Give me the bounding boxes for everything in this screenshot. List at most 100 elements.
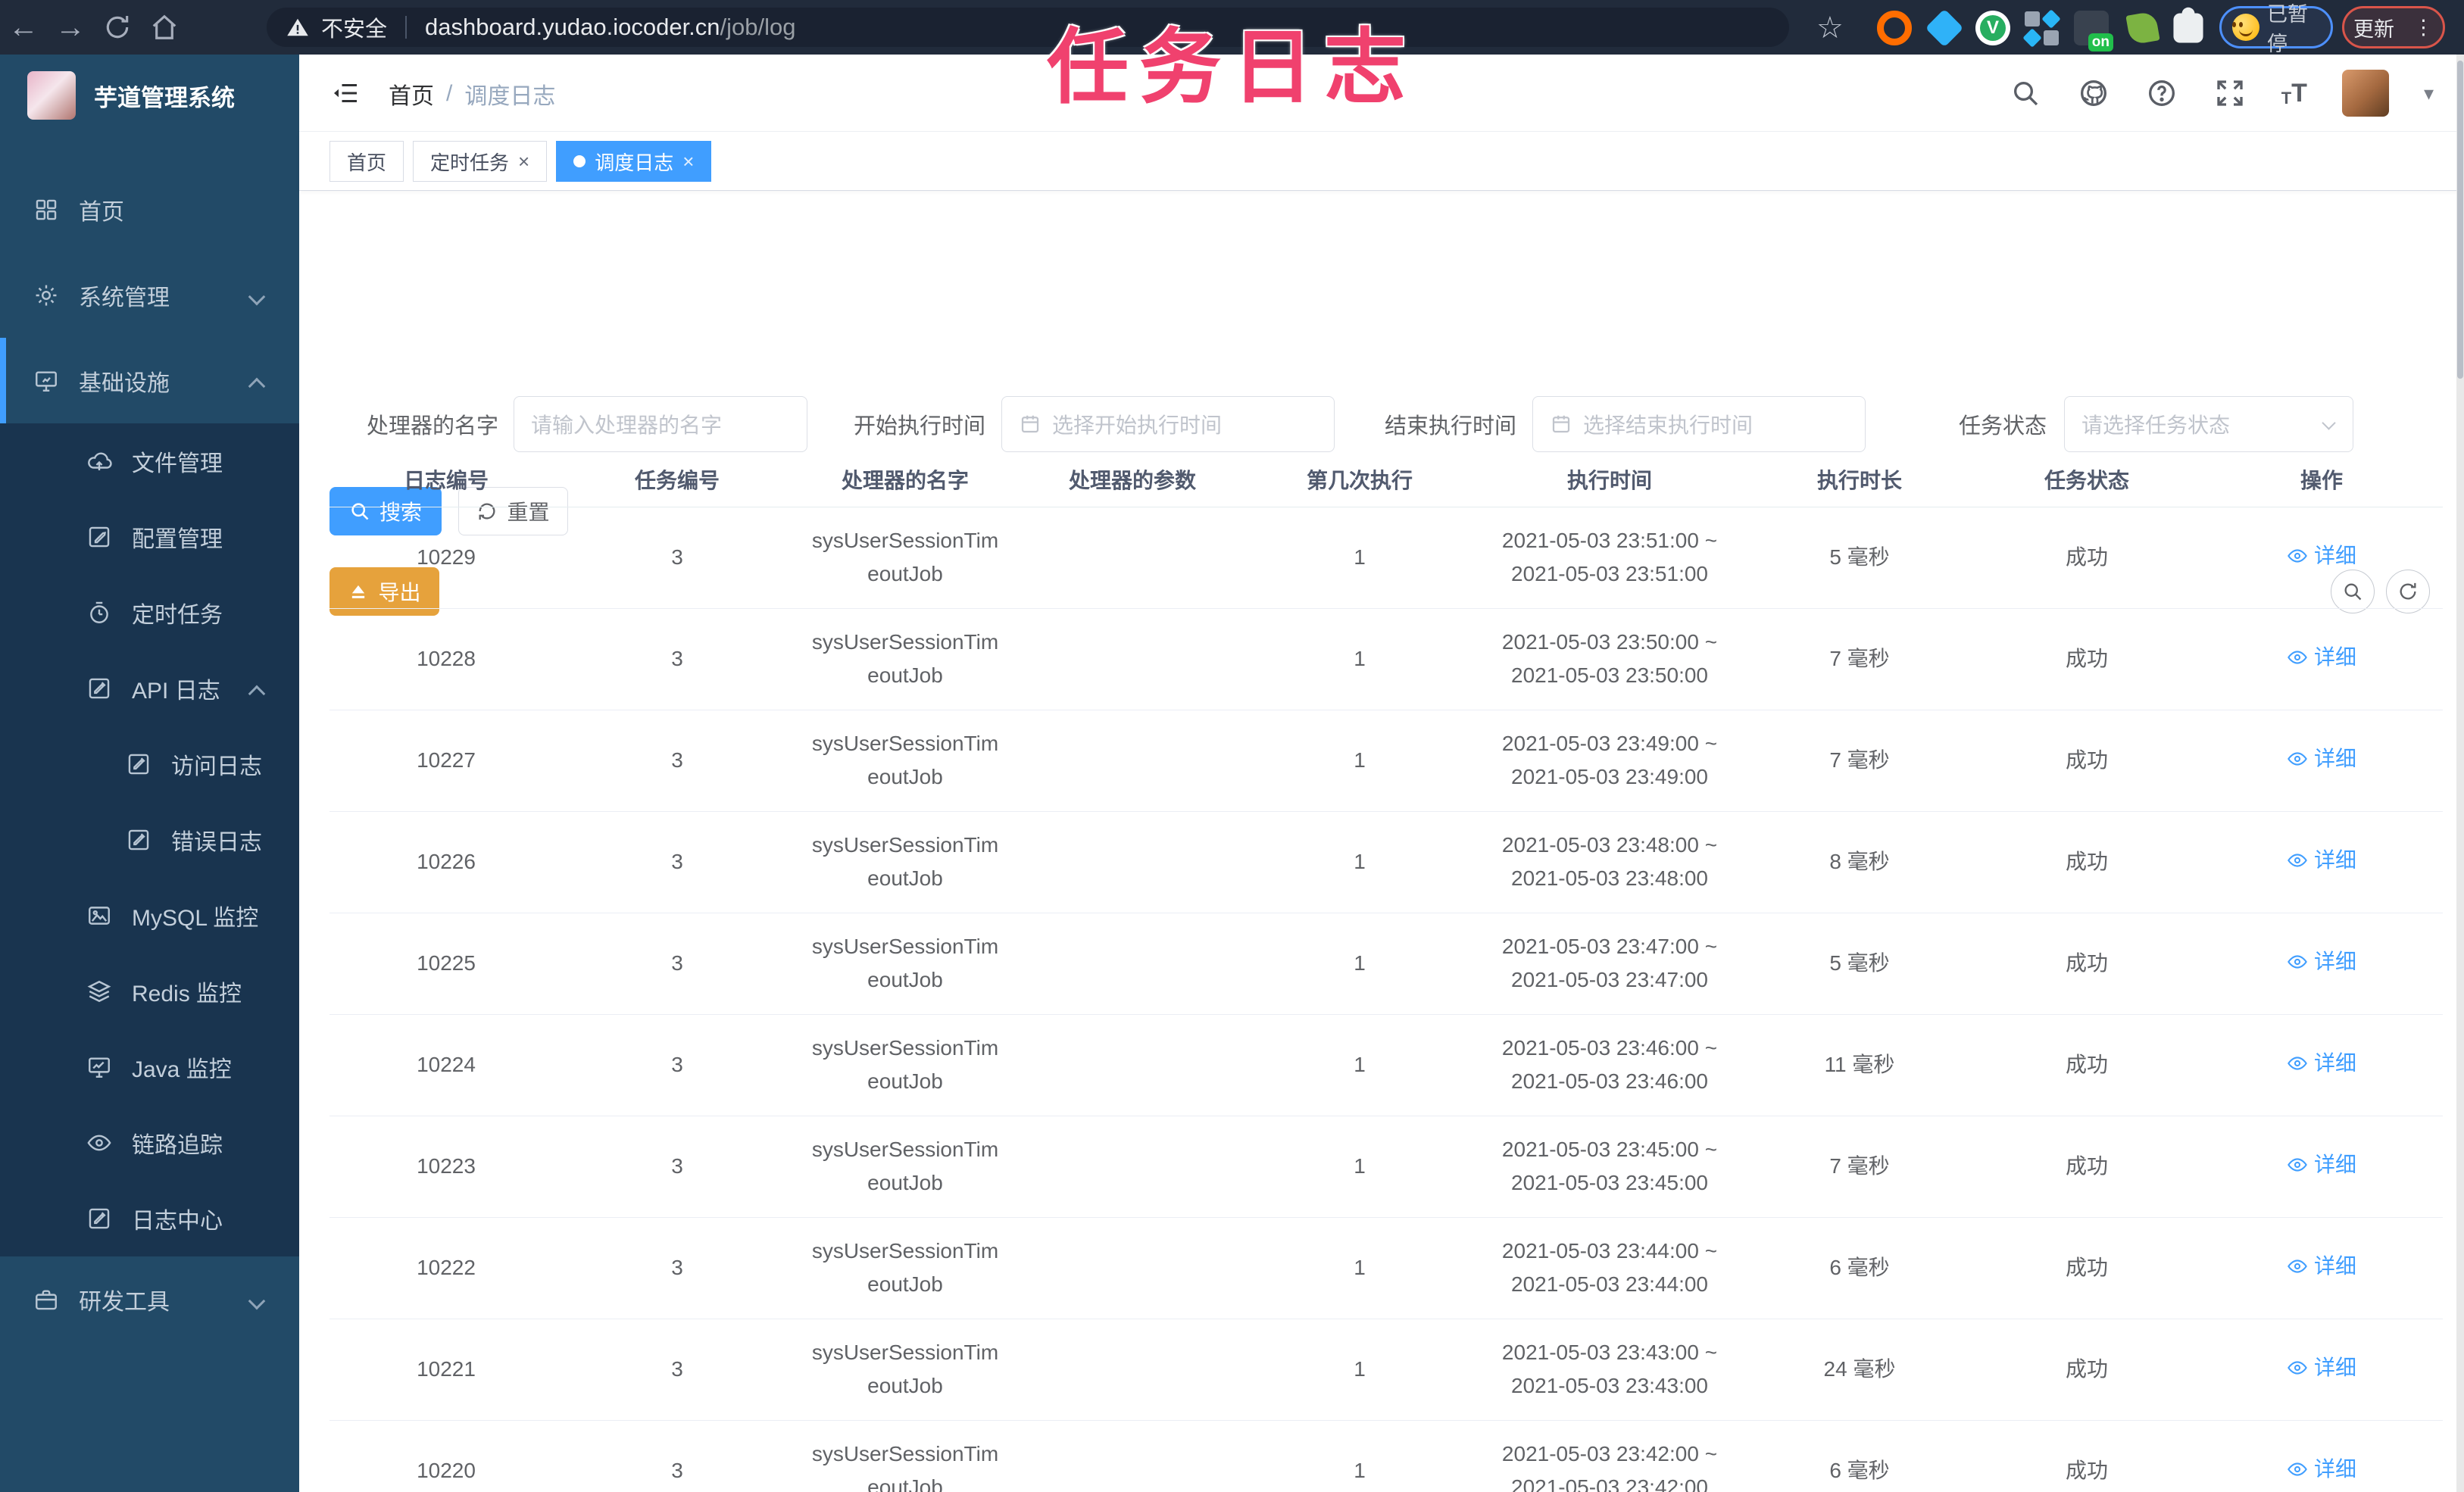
sidebar-item-label: 日志中心 [132,1209,223,1234]
cell-status: 成功 [1973,1116,2200,1218]
image-icon [86,903,112,929]
table-row: 10222 3 sysUserSessionTim eoutJob 1 2021-… [329,1217,2443,1319]
table-row: 10220 3 sysUserSessionTim eoutJob 1 2021-… [329,1420,2443,1492]
sidebar-item[interactable]: 系统管理 [0,252,299,338]
github-icon[interactable] [2077,76,2110,110]
tab[interactable]: 定时任务 × [413,141,548,182]
chart-monitor-icon [86,1054,112,1080]
cell-actions: 详细 [2200,507,2443,609]
sidebar-item[interactable]: 配置管理 [0,499,299,575]
tab-close-icon[interactable]: × [518,150,529,173]
cell-execute-index: 1 [1246,1014,1473,1116]
bookmark-star-icon[interactable]: ☆ [1816,11,1844,45]
extension-icon[interactable] [1925,8,1964,48]
sidebar-item[interactable]: 链路追踪 [0,1105,299,1181]
sidebar-item[interactable]: MySQL 监控 [0,878,299,954]
forward-icon[interactable]: → [47,4,94,51]
table-header-cell: 第几次执行 [1246,452,1473,507]
page-header: 首页 / 调度日志 TT ▾ [299,55,2464,132]
sidebar-item[interactable]: 研发工具 [0,1256,299,1342]
cell-execute-time: 2021-05-03 23:50:00 ~2021-05-03 23:50:00 [1473,608,1746,710]
sidebar-item[interactable]: API 日志 [0,651,299,726]
app-logo-row[interactable]: 芋道管理系统 [0,55,299,136]
cell-duration: 24 毫秒 [1746,1319,1973,1421]
back-icon[interactable]: ← [0,4,47,51]
sidebar-item-label: 错误日志 [171,830,262,855]
extension-icon[interactable] [2125,11,2160,45]
tab-active-dot [573,155,586,167]
cloud-upload-icon [86,448,112,474]
app-title: 芋道管理系统 [94,84,235,111]
detail-link[interactable]: 详细 [2287,641,2356,674]
filter-label: 处理器的名字 [367,414,499,439]
puzzle-extension-icon[interactable] [2173,7,2203,43]
start-time-picker[interactable]: 选择开始执行时间 [1001,396,1335,452]
detail-link[interactable]: 详细 [2287,945,2356,979]
detail-link[interactable]: 详细 [2287,742,2356,776]
sidebar-item-label: 文件管理 [132,451,223,476]
user-avatar[interactable] [2341,70,2389,117]
not-secure-label: 不安全 [321,17,388,42]
tab-label: 调度日志 [595,151,674,174]
help-icon[interactable] [2145,76,2178,110]
sidebar-collapse-icon[interactable] [329,80,361,107]
extension-icon[interactable]: on [2074,11,2113,52]
detail-link[interactable]: 详细 [2287,1351,2356,1384]
sidebar-item[interactable]: 错误日志 [0,802,299,878]
calendar-icon [1019,413,1042,435]
sidebar-item[interactable]: 定时任务 [0,575,299,651]
fullscreen-icon[interactable] [2213,76,2247,110]
home-icon[interactable] [141,4,188,51]
cell-duration: 11 毫秒 [1746,1014,1973,1116]
cell-task-id: 3 [563,608,792,710]
sidebar-item-label: 首页 [79,199,124,225]
browser-update-button[interactable]: 更新 ⋮ [2342,6,2445,48]
extension-icon[interactable]: V [1975,11,2010,45]
eye-icon [2288,751,2307,766]
table-header-cell: 处理器的名字 [792,452,1019,507]
tab[interactable]: 首页 [329,141,404,182]
sidebar-item[interactable]: 日志中心 [0,1181,299,1256]
detail-link[interactable]: 详细 [2287,539,2356,573]
sidebar-item[interactable]: 访问日志 [0,726,299,802]
filter-label: 开始执行时间 [854,414,986,439]
cell-status: 成功 [1973,710,2200,812]
extension-icon[interactable] [2022,9,2061,48]
sidebar-item[interactable]: 基础设施 [0,338,299,423]
handler-name-input[interactable]: 请输入处理器的名字 [514,396,807,452]
cell-handler-param [1019,1319,1246,1421]
table-header-cell: 执行时长 [1746,452,1973,507]
detail-link[interactable]: 详细 [2287,1250,2356,1283]
cell-duration: 5 毫秒 [1746,913,1973,1015]
detail-link[interactable]: 详细 [2287,1047,2356,1080]
cell-status: 成功 [1973,1217,2200,1319]
user-menu-caret-icon[interactable]: ▾ [2424,82,2434,105]
font-size-icon[interactable]: TT [2281,79,2307,108]
url-divider [405,16,408,39]
breadcrumb-home[interactable]: 首页 [389,77,434,111]
tab-close-icon[interactable]: × [682,150,694,173]
sidebar-item[interactable]: 文件管理 [0,423,299,499]
browser-menu-icon[interactable]: ⋮ [2413,16,2434,39]
reload-icon[interactable] [94,4,141,51]
main-content: 处理器的名字 请输入处理器的名字 开始执行时间 选择开始执行时间 结束执行时间 … [299,191,2464,1492]
end-time-picker[interactable]: 选择结束执行时间 [1532,396,1866,452]
url-bar[interactable]: 不安全 dashboard.yudao.iocoder.cn/job/log [267,8,1789,47]
window-scrollbar[interactable] [2456,55,2464,1492]
table-header-cell: 操作 [2200,452,2443,507]
detail-link[interactable]: 详细 [2287,844,2356,877]
detail-link[interactable]: 详细 [2287,1148,2356,1181]
tab[interactable]: 调度日志 × [556,141,712,182]
sidebar-item[interactable]: Redis 监控 [0,954,299,1029]
sidebar-item[interactable]: Java 监控 [0,1029,299,1105]
search-icon[interactable] [2009,76,2042,110]
briefcase-icon [33,1287,59,1313]
sidebar-item-label: 研发工具 [79,1289,170,1315]
extension-icon[interactable] [1877,11,1912,45]
profile-paused-badge[interactable]: 已暂停 [2219,3,2333,55]
cell-handler-param [1019,608,1246,710]
task-status-select[interactable]: 请选择任务状态 [2064,396,2353,452]
sidebar-item[interactable]: 首页 [0,167,299,252]
detail-link[interactable]: 详细 [2287,1453,2356,1486]
eye-icon [2288,853,2307,867]
